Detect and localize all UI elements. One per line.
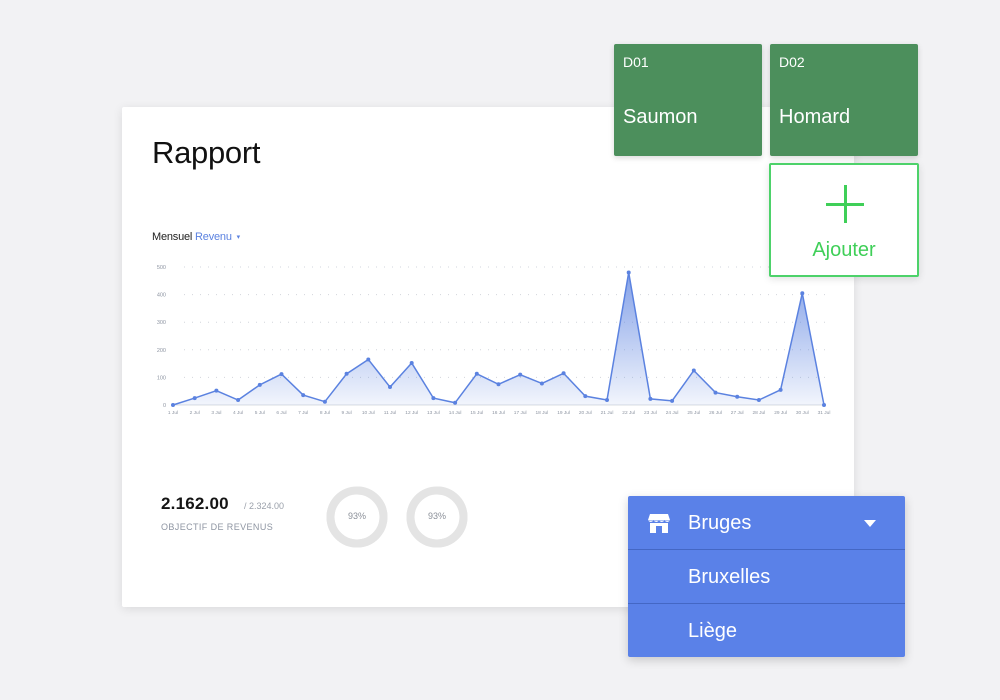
data-point	[735, 394, 740, 399]
tile-d02[interactable]: D02 Homard	[770, 44, 918, 156]
x-tick-label: 4 Jul	[233, 410, 243, 416]
dropdown-option[interactable]: Liège	[628, 604, 905, 657]
y-tick-label: 100	[157, 375, 166, 381]
x-tick-label: 30 Jul	[796, 410, 809, 416]
dropdown-option[interactable]: Bruxelles	[628, 550, 905, 603]
x-tick-label: 17 Jul	[514, 410, 527, 416]
data-point	[301, 393, 306, 398]
x-tick-label: 9 Jul	[342, 410, 352, 416]
data-point	[518, 372, 523, 377]
x-tick-label: 27 Jul	[731, 410, 744, 416]
tile-name: Saumon	[623, 106, 698, 128]
x-tick-label: 20 Jul	[579, 410, 592, 416]
data-point	[756, 398, 761, 403]
data-point	[778, 387, 783, 392]
x-tick-label: 15 Jul	[470, 410, 483, 416]
tile-code: D02	[779, 54, 805, 70]
x-tick-label: 26 Jul	[709, 410, 722, 416]
data-point	[561, 371, 566, 376]
y-tick-label: 300	[157, 320, 166, 326]
x-tick-label: 31 Jul	[818, 410, 831, 416]
donut-label-1: 93%	[347, 511, 366, 521]
data-point	[453, 400, 458, 405]
dropdown-option-label: Liège	[688, 620, 737, 642]
tile-d01[interactable]: D01 Saumon	[614, 44, 762, 156]
x-tick-label: 6 Jul	[276, 410, 286, 416]
data-point	[474, 371, 479, 376]
x-tick-label: 22 Jul	[622, 410, 635, 416]
x-tick-label: 23 Jul	[644, 410, 657, 416]
x-tick-label: 5 Jul	[255, 410, 265, 416]
x-tick-label: 10 Jul	[362, 410, 375, 416]
x-tick-label: 11 Jul	[384, 410, 396, 416]
data-point	[583, 394, 588, 399]
data-point	[605, 398, 609, 403]
add-label: Ajouter	[812, 239, 876, 261]
x-tick-label: 2 Jul	[190, 410, 200, 416]
dropdown-option-label: Bruxelles	[688, 566, 771, 588]
data-point	[322, 399, 327, 404]
plus-icon	[826, 185, 864, 223]
data-point	[626, 270, 631, 275]
data-point	[257, 382, 262, 387]
data-point	[171, 403, 175, 407]
x-tick-label: 12 Jul	[405, 410, 418, 416]
chevron-down-icon[interactable]	[864, 520, 876, 527]
y-tick-label: 500	[157, 265, 166, 271]
tile-name: Homard	[779, 106, 851, 128]
data-point	[670, 398, 675, 403]
x-tick-label: 7 Jul	[298, 410, 308, 416]
data-point	[279, 372, 284, 377]
data-point	[192, 396, 197, 401]
x-tick-label: 21 Jul	[601, 410, 614, 416]
data-point	[496, 382, 501, 387]
dropdown-selected[interactable]: Bruges	[628, 496, 905, 549]
x-tick-label: 3 Jul	[211, 410, 221, 416]
x-tick-label: 16 Jul	[492, 410, 505, 416]
data-point	[366, 357, 371, 362]
revenue-chart: 0 100 200 300 400 500 1 Jul 2 Jul 3 Jul 4 Jul 5 Ju…	[157, 265, 831, 416]
donut-chart-1: 93%	[326, 486, 388, 548]
x-tick-label: 1 Jul	[168, 410, 178, 416]
add-button[interactable]: Ajouter	[769, 163, 919, 277]
x-tick-label: 25 Jul	[687, 410, 700, 416]
data-point	[539, 381, 544, 386]
y-tick-label: 400	[157, 293, 166, 299]
x-tick-label: 29 Jul	[774, 410, 787, 416]
tile-code: D01	[623, 54, 649, 70]
goal-value: 2.162.00	[161, 494, 229, 513]
x-tick-label: 24 Jul	[666, 410, 679, 416]
goal-total: / 2.324.00	[244, 501, 285, 511]
y-tick-label: 200	[157, 348, 166, 354]
data-point	[713, 390, 718, 395]
goal-label: OBJECTIF DE REVENUS	[161, 522, 274, 532]
data-point	[800, 291, 805, 296]
x-tick-label: 19 Jul	[557, 410, 570, 416]
dropdown-selected-label: Bruges	[688, 512, 752, 534]
data-point	[236, 398, 241, 403]
data-point	[648, 396, 653, 401]
donut-label-2: 93%	[427, 511, 446, 521]
data-point	[214, 388, 219, 393]
donut-chart-2: 93%	[406, 486, 468, 548]
data-point	[431, 396, 436, 401]
data-point	[388, 385, 392, 390]
y-tick-label: 0	[163, 403, 166, 409]
data-point	[344, 371, 349, 376]
x-tick-label: 14 Jul	[449, 410, 462, 416]
x-tick-label: 8 Jul	[320, 410, 330, 416]
x-tick-label: 28 Jul	[752, 410, 765, 416]
x-tick-label: 18 Jul	[535, 410, 548, 416]
store-icon	[648, 514, 670, 533]
data-point	[409, 361, 414, 366]
x-tick-label: 13 Jul	[427, 410, 440, 416]
data-point	[691, 368, 696, 373]
location-dropdown[interactable]: Bruges Bruxelles Liège	[628, 496, 905, 657]
data-point	[822, 403, 826, 407]
